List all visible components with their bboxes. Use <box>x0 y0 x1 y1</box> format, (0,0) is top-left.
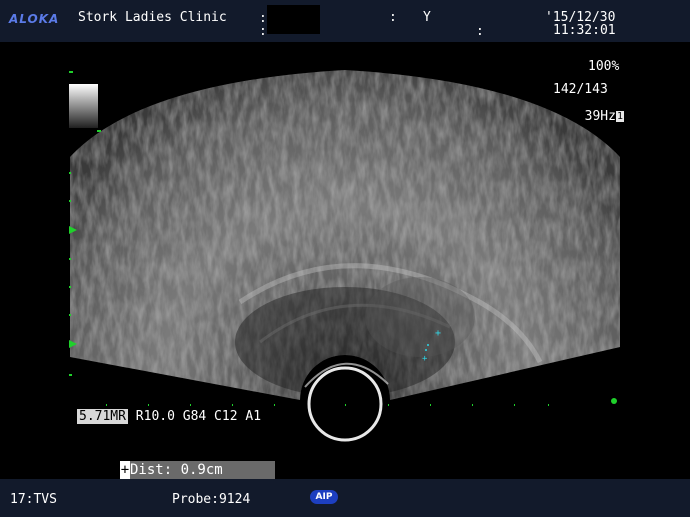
probe-slot-badge: 1 <box>615 111 624 122</box>
clinic-name: Stork Ladies Clinic <box>78 10 227 25</box>
caliper-start-marker[interactable]: + <box>435 328 441 339</box>
caliper-plus-icon: + <box>120 461 130 479</box>
sex-colon: : <box>389 10 397 25</box>
exam-time: 11:32:01 <box>553 23 616 38</box>
probe-label: Probe:9124 <box>172 492 251 507</box>
zoom-value: 100% <box>588 59 620 74</box>
redacted-patient-info <box>267 5 320 34</box>
distance-value: Dist: 0.9cm <box>130 462 223 478</box>
age-colon: : <box>476 24 484 39</box>
scan-parameters: 5.71MR R10.0 G84 C12 A1 <box>77 409 261 424</box>
sex-value: Y <box>423 10 431 25</box>
caliper-end-marker[interactable]: + <box>422 354 428 364</box>
depth-value: 5.71MR <box>77 409 128 424</box>
patient-id-colon: : <box>259 24 267 39</box>
footer-bar: 17:TVS Probe:9124 <box>0 479 690 517</box>
distance-measurement: +Dist: 0.9cm <box>120 461 275 479</box>
preset-label: 17:TVS <box>10 492 57 507</box>
grayscale-bar <box>69 84 98 128</box>
aip-badge[interactable]: AIP <box>310 490 338 504</box>
orientation-dot <box>611 398 617 404</box>
gain-contrast-values: R10.0 G84 C12 A1 <box>127 409 262 424</box>
frame-rate: 39Hz1 <box>569 96 624 124</box>
header-bar: ALOKA Stork Ladies Clinic : : : Y : '15/… <box>0 0 690 42</box>
aloka-logo: ALOKA <box>9 12 60 26</box>
frame-count: 142/143 <box>553 82 608 97</box>
frame-rate-value: 39Hz <box>584 109 616 124</box>
